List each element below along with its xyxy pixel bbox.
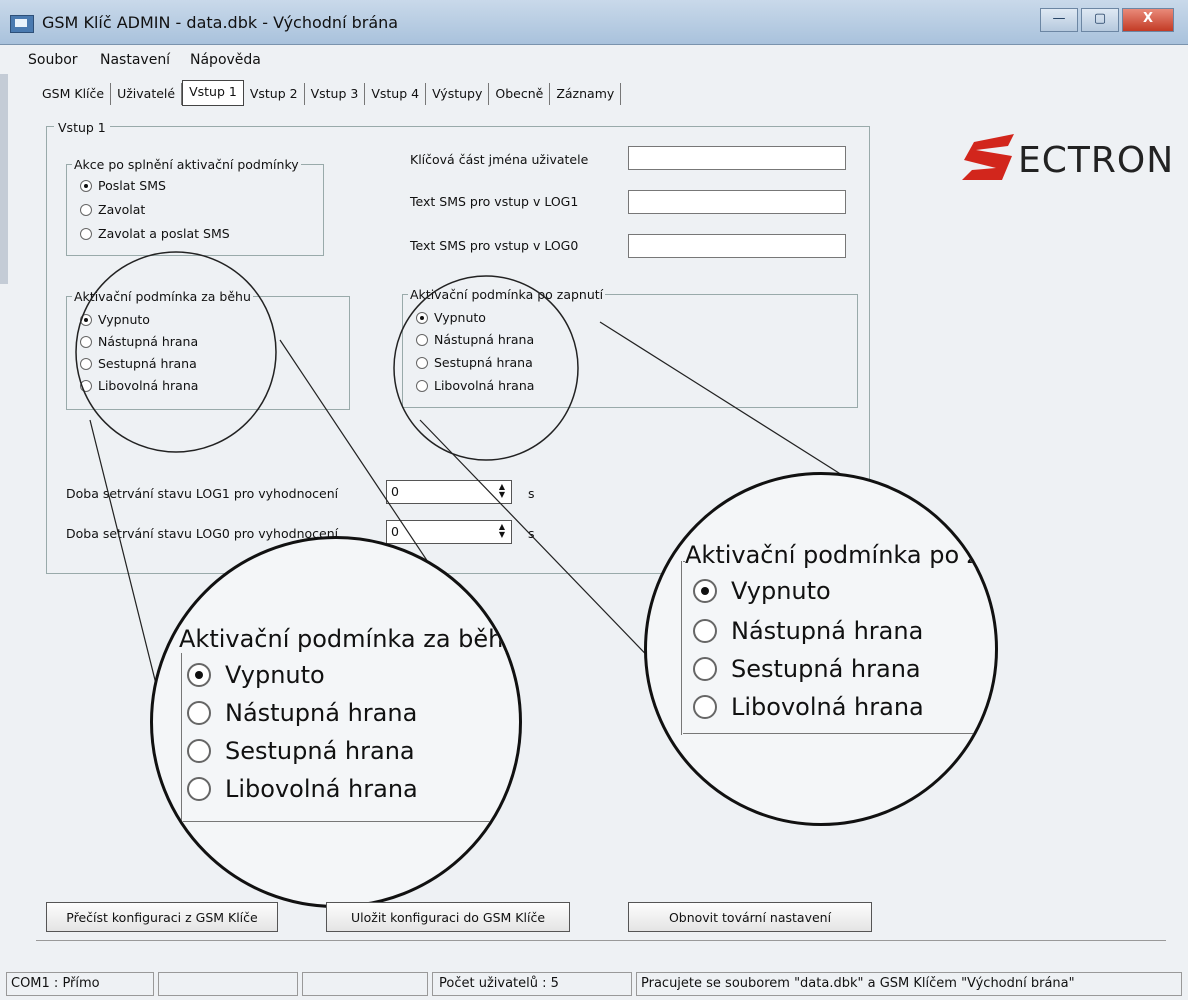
radio-icon bbox=[416, 333, 428, 346]
radio-icon bbox=[80, 379, 92, 392]
close-button[interactable]: X bbox=[1122, 8, 1174, 32]
radio-poslat-sms[interactable]: Poslat SMS bbox=[80, 178, 166, 193]
menu-soubor[interactable]: Soubor bbox=[28, 52, 78, 68]
radio-zavolat-a-poslat-sms[interactable]: Zavolat a poslat SMS bbox=[80, 226, 230, 241]
radio-selected-icon bbox=[80, 313, 92, 326]
radio-icon bbox=[80, 203, 92, 216]
minimize-button[interactable]: — bbox=[1040, 8, 1078, 32]
field-label-sms-log1: Text SMS pro vstup v LOG1 bbox=[410, 194, 579, 209]
zoom-group-border-bottom bbox=[183, 821, 503, 822]
field-label-keyname: Klíčová část jména uživatele bbox=[410, 152, 589, 167]
radio-icon bbox=[693, 695, 717, 719]
tab-gsm-klice[interactable]: GSM Klíče bbox=[36, 83, 112, 105]
zoom-right-sestupna: Sestupná hrana bbox=[693, 655, 921, 683]
status-empty-2 bbox=[302, 972, 428, 996]
zoom-right-libovolna: Libovolná hrana bbox=[693, 693, 924, 721]
duration-log1-unit: s bbox=[528, 486, 535, 501]
zoom-left-title: Aktivační podmínka za běhu bbox=[179, 625, 519, 653]
radio-icon bbox=[416, 356, 428, 369]
maximize-button[interactable]: ▢ bbox=[1081, 8, 1119, 32]
zoom-group-border-left bbox=[681, 561, 682, 735]
runtime-group-title: Aktivační podmínka za běhu bbox=[72, 289, 253, 304]
zoom-runtime-condition: Aktivační podmínka za běhu Vypnuto Nástu… bbox=[150, 536, 522, 908]
window-controls: — ▢ X bbox=[1040, 8, 1174, 32]
title-bar: GSM Klíč ADMIN - data.dbk - Východní brá… bbox=[0, 0, 1188, 45]
duration-log1-stepper[interactable]: 0 ▲ ▼ bbox=[386, 480, 512, 504]
left-edge-scrollbar[interactable] bbox=[0, 74, 8, 284]
radio-selected-icon bbox=[416, 311, 428, 324]
keyname-input[interactable] bbox=[628, 146, 846, 170]
status-bar: COM1 : Přímo Počet uživatelů : 5 Pracuje… bbox=[0, 970, 1188, 1000]
radio-icon bbox=[187, 777, 211, 801]
duration-log0-stepper[interactable]: 0 ▲ ▼ bbox=[386, 520, 512, 544]
menu-nastaveni[interactable]: Nastavení bbox=[100, 52, 170, 68]
tab-vstup-3[interactable]: Vstup 3 bbox=[305, 83, 366, 105]
reset-factory-button[interactable]: Obnovit tovární nastavení bbox=[628, 902, 872, 932]
sms-log1-input[interactable] bbox=[628, 190, 846, 214]
runtime-radio-libovolna[interactable]: Libovolná hrana bbox=[80, 378, 198, 393]
spinner-arrows-icon[interactable]: ▲ ▼ bbox=[495, 523, 509, 541]
app-icon bbox=[10, 15, 34, 33]
status-port: COM1 : Přímo bbox=[6, 972, 154, 996]
tab-vystupy[interactable]: Výstupy bbox=[426, 83, 490, 105]
sms-log0-input[interactable] bbox=[628, 234, 846, 258]
tab-vstup-1[interactable]: Vstup 1 bbox=[182, 80, 244, 106]
zoom-left-sestupna: Sestupná hrana bbox=[187, 737, 415, 765]
tab-obecne[interactable]: Obecně bbox=[489, 83, 551, 105]
radio-icon bbox=[693, 619, 717, 643]
duration-log0-unit: s bbox=[528, 526, 535, 541]
divider bbox=[36, 940, 1166, 941]
radio-zavolat[interactable]: Zavolat bbox=[80, 202, 145, 217]
radio-selected-icon bbox=[693, 579, 717, 603]
tab-vstup-2[interactable]: Vstup 2 bbox=[244, 83, 305, 105]
zoom-group-border-left bbox=[181, 643, 182, 823]
radio-icon bbox=[80, 335, 92, 348]
runtime-radio-vypnuto[interactable]: Vypnuto bbox=[80, 312, 150, 327]
menu-bar: Soubor Nastavení Nápověda bbox=[0, 46, 1188, 72]
startup-radio-nastupna[interactable]: Nástupná hrana bbox=[416, 332, 534, 347]
runtime-radio-nastupna[interactable]: Nástupná hrana bbox=[80, 334, 198, 349]
runtime-radio-sestupna[interactable]: Sestupná hrana bbox=[80, 356, 197, 371]
status-message: Pracujete se souborem "data.dbk" a GSM K… bbox=[636, 972, 1182, 996]
radio-icon bbox=[693, 657, 717, 681]
read-config-button[interactable]: Přečíst konfiguraci z GSM Klíče bbox=[46, 902, 278, 932]
tab-vstup-4[interactable]: Vstup 4 bbox=[365, 83, 427, 105]
field-label-sms-log0: Text SMS pro vstup v LOG0 bbox=[410, 238, 579, 253]
startup-radio-sestupna[interactable]: Sestupná hrana bbox=[416, 355, 533, 370]
zoom-group-border-bottom bbox=[683, 733, 983, 734]
radio-icon bbox=[187, 701, 211, 725]
sectron-logo: ECTRON bbox=[962, 126, 1173, 186]
menu-napoveda[interactable]: Nápověda bbox=[190, 52, 261, 68]
zoom-startup-condition: Aktivační podmínka po za Vypnuto Nástupn… bbox=[644, 472, 998, 826]
zoom-left-vypnuto: Vypnuto bbox=[187, 661, 325, 689]
tab-strip: GSM Klíče Uživatelé Vstup 1 Vstup 2 Vstu… bbox=[36, 80, 622, 106]
radio-icon bbox=[416, 379, 428, 392]
startup-radio-vypnuto[interactable]: Vypnuto bbox=[416, 310, 486, 325]
radio-selected-icon bbox=[80, 179, 92, 192]
duration-log0-label: Doba setrvání stavu LOG0 pro vyhodnocení bbox=[66, 526, 339, 541]
radio-icon bbox=[80, 227, 92, 240]
duration-log1-label: Doba setrvání stavu LOG1 pro vyhodnocení bbox=[66, 486, 339, 501]
action-group-title: Akce po splnění aktivační podmínky bbox=[72, 157, 301, 172]
window-title: GSM Klíč ADMIN - data.dbk - Východní brá… bbox=[42, 13, 399, 32]
save-config-button[interactable]: Uložit konfiguraci do GSM Klíče bbox=[326, 902, 570, 932]
radio-icon bbox=[187, 739, 211, 763]
logo-mark-icon bbox=[962, 134, 1014, 180]
tab-zaznamy[interactable]: Záznamy bbox=[550, 83, 622, 105]
radio-icon bbox=[80, 357, 92, 370]
startup-radio-libovolna[interactable]: Libovolná hrana bbox=[416, 378, 534, 393]
zoom-right-vypnuto: Vypnuto bbox=[693, 577, 831, 605]
zoom-right-title: Aktivační podmínka po za bbox=[685, 541, 995, 569]
panel-title: Vstup 1 bbox=[54, 120, 110, 135]
radio-selected-icon bbox=[187, 663, 211, 687]
status-user-count: Počet uživatelů : 5 bbox=[432, 972, 632, 996]
tab-uzivatele[interactable]: Uživatelé bbox=[111, 83, 183, 105]
logo-text: ECTRON bbox=[1018, 140, 1175, 181]
status-empty-1 bbox=[158, 972, 298, 996]
zoom-left-libovolna: Libovolná hrana bbox=[187, 775, 418, 803]
spinner-arrows-icon[interactable]: ▲ ▼ bbox=[495, 483, 509, 501]
startup-group-title: Aktivační podmínka po zapnutí bbox=[408, 287, 606, 302]
zoom-left-nastupna: Nástupná hrana bbox=[187, 699, 417, 727]
zoom-right-nastupna: Nástupná hrana bbox=[693, 617, 923, 645]
